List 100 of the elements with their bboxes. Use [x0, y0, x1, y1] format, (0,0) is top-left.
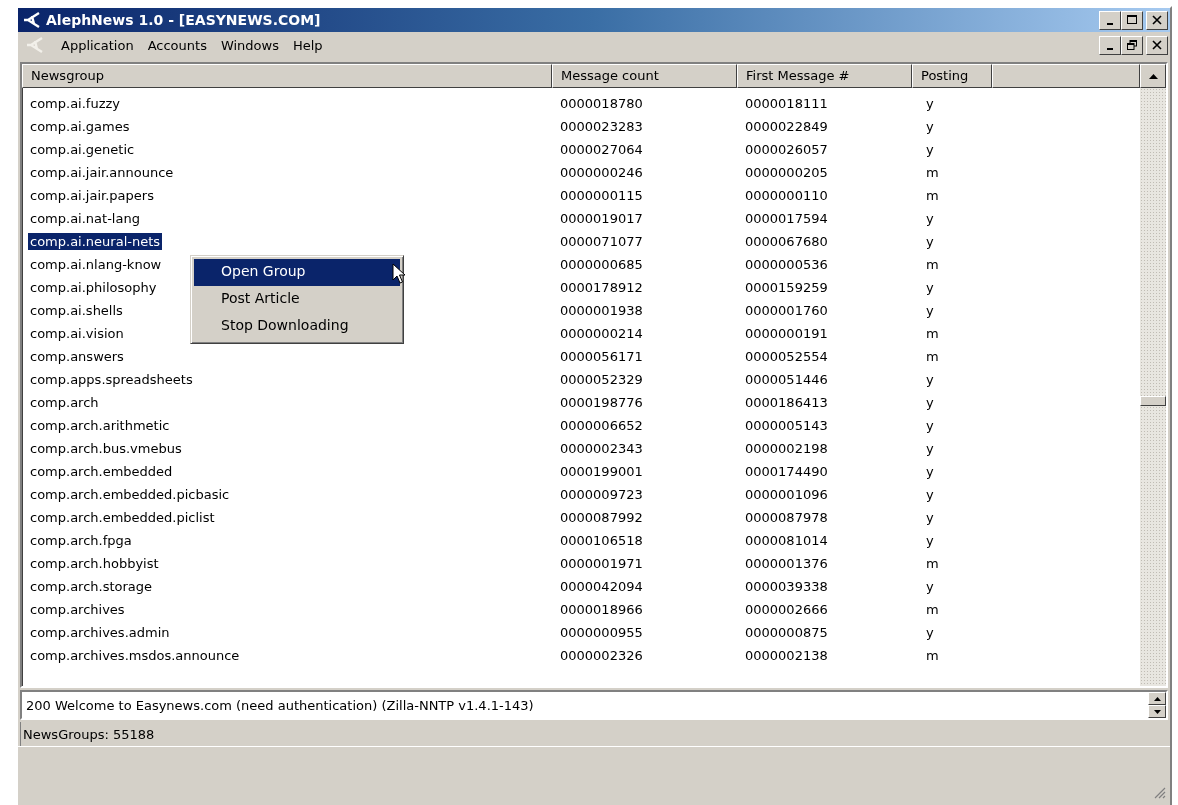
- table-cell-text: 0000159259: [744, 279, 829, 296]
- table-cell[interactable]: comp.archives.admin: [28, 624, 172, 641]
- table-cell-text: 0000186413: [744, 394, 829, 411]
- table-cell[interactable]: comp.ai.nlang-know: [28, 256, 164, 273]
- scroll-thumb[interactable]: [1140, 396, 1166, 406]
- table-cell[interactable]: comp.ai.philosophy: [28, 279, 159, 296]
- table-cell[interactable]: comp.arch.hobbyist: [28, 555, 161, 572]
- table-cell-text: 0000051446: [744, 371, 829, 388]
- table-cell[interactable]: comp.arch.embedded.picbasic: [28, 486, 232, 503]
- table-cell[interactable]: comp.ai.shells: [28, 302, 125, 319]
- app-logo-icon: [22, 11, 42, 29]
- table-cell-text: y: [925, 486, 935, 503]
- restore-icon: [1127, 40, 1137, 50]
- maximize-button[interactable]: [1121, 10, 1143, 30]
- table-cell-text: y: [925, 394, 935, 411]
- column-header[interactable]: Newsgroup: [22, 64, 552, 88]
- table-cell-text: y: [925, 95, 935, 112]
- table-cell[interactable]: comp.apps.spreadsheets: [28, 371, 195, 388]
- table-cell-text: m: [925, 348, 940, 365]
- menu-item[interactable]: Help: [285, 35, 330, 55]
- table-cell[interactable]: comp.ai.genetic: [28, 141, 137, 158]
- table-cell-text: m: [925, 555, 940, 572]
- table-cell[interactable]: comp.ai.fuzzy: [28, 95, 123, 112]
- menu-item[interactable]: Accounts: [140, 35, 214, 55]
- table-cell-text: y: [925, 532, 935, 549]
- table-cell[interactable]: comp.arch.storage: [28, 578, 155, 595]
- table-cell[interactable]: comp.ai.jair.announce: [28, 164, 176, 181]
- table-cell-text: 0000087978: [744, 509, 829, 526]
- table-cell[interactable]: comp.ai.vision: [28, 325, 126, 342]
- minimize-icon: [1107, 47, 1113, 50]
- table-cell-text: 0000042094: [559, 578, 644, 595]
- restore-button[interactable]: [1121, 35, 1143, 55]
- menu-item[interactable]: Windows: [213, 35, 286, 55]
- table-cell-text: 0000001971: [559, 555, 644, 572]
- scrollbar[interactable]: [1140, 64, 1166, 686]
- table-cell-text: 0000001096: [744, 486, 829, 503]
- table-cell-text: y: [925, 417, 935, 434]
- table-cell-text: 0000000246: [559, 164, 644, 181]
- table-cell-text: 0000018780: [559, 95, 644, 112]
- table-cell-text: 0000019017: [559, 210, 644, 227]
- table-cell-text: y: [925, 279, 935, 296]
- table-cell-text: y: [925, 118, 935, 135]
- context-menu-item[interactable]: Stop Downloading: [194, 313, 400, 340]
- table-cell-text: 0000027064: [559, 141, 644, 158]
- resize-grip-icon: [1154, 787, 1166, 799]
- table-cell-text: 0000198776: [559, 394, 644, 411]
- menu-item[interactable]: Application: [54, 35, 141, 55]
- table-cell[interactable]: comp.arch.embedded.piclist: [28, 509, 217, 526]
- minimize-button[interactable]: [1099, 10, 1121, 30]
- table-cell-text: 0000000110: [744, 187, 829, 204]
- table-cell-text: 0000087992: [559, 509, 644, 526]
- status-text: NewsGroups: 55188: [22, 726, 155, 742]
- scroll-up-icon: [1148, 73, 1158, 79]
- maximize-icon: [1127, 15, 1137, 25]
- table-cell[interactable]: comp.arch.bus.vmebus: [28, 440, 184, 457]
- close-button[interactable]: [1146, 35, 1168, 55]
- table-cell[interactable]: comp.arch: [28, 394, 101, 411]
- table-cell-text: 0000056171: [559, 348, 644, 365]
- minimize-button[interactable]: [1099, 35, 1121, 55]
- spin-down-button[interactable]: [1148, 705, 1166, 718]
- table-cell[interactable]: comp.archives.msdos.announce: [28, 647, 242, 664]
- context-menu-item[interactable]: Post Article: [194, 286, 400, 313]
- table-cell-text: 0000026057: [744, 141, 829, 158]
- table-cell-text: y: [925, 302, 935, 319]
- close-button[interactable]: [1146, 10, 1168, 30]
- table-cell[interactable]: comp.answers: [28, 348, 126, 365]
- table-cell[interactable]: comp.arch.fpga: [28, 532, 134, 549]
- table-cell-text: 0000174490: [744, 463, 829, 480]
- table-cell[interactable]: comp.ai.jair.papers: [28, 187, 156, 204]
- table-cell-text: 0000052554: [744, 348, 829, 365]
- table-cell[interactable]: comp.ai.games: [28, 118, 132, 135]
- table-cell-text: y: [925, 440, 935, 457]
- table-cell-text: y: [925, 210, 935, 227]
- table-cell-text: 0000001760: [744, 302, 829, 319]
- table-cell[interactable]: comp.arch.arithmetic: [28, 417, 172, 434]
- table-cell[interactable]: comp.archives: [28, 601, 127, 618]
- table-cell-text: 0000178912: [559, 279, 644, 296]
- column-header[interactable]: First Message #: [737, 64, 912, 88]
- table-cell-text: y: [925, 233, 935, 250]
- table-cell[interactable]: comp.ai.nat-lang: [28, 210, 142, 227]
- table-cell-text: 0000018966: [559, 601, 644, 618]
- table-cell-text: y: [925, 624, 935, 641]
- context-menu-item[interactable]: Open Group: [194, 259, 400, 286]
- table-cell-text: 0000002138: [744, 647, 829, 664]
- table-cell-text: y: [925, 371, 935, 388]
- table-cell-text: y: [925, 463, 935, 480]
- scroll-up-button[interactable]: [1140, 64, 1166, 88]
- table-cell-text: 0000002198: [744, 440, 829, 457]
- table-cell-text: 0000000214: [559, 325, 644, 342]
- table-cell-text: 0000071077: [559, 233, 644, 250]
- spin-up-button[interactable]: [1148, 692, 1166, 705]
- table-cell-text: m: [925, 601, 940, 618]
- table-cell-text: 0000000875: [744, 624, 829, 641]
- column-header[interactable]: Posting: [912, 64, 992, 88]
- table-cell[interactable]: comp.ai.neural-nets: [28, 233, 163, 250]
- table-cell-text: 0000002326: [559, 647, 644, 664]
- column-header[interactable]: Message count: [552, 64, 737, 88]
- table-cell-text: 0000023283: [559, 118, 644, 135]
- table-cell-text: m: [925, 187, 940, 204]
- table-cell[interactable]: comp.arch.embedded: [28, 463, 175, 480]
